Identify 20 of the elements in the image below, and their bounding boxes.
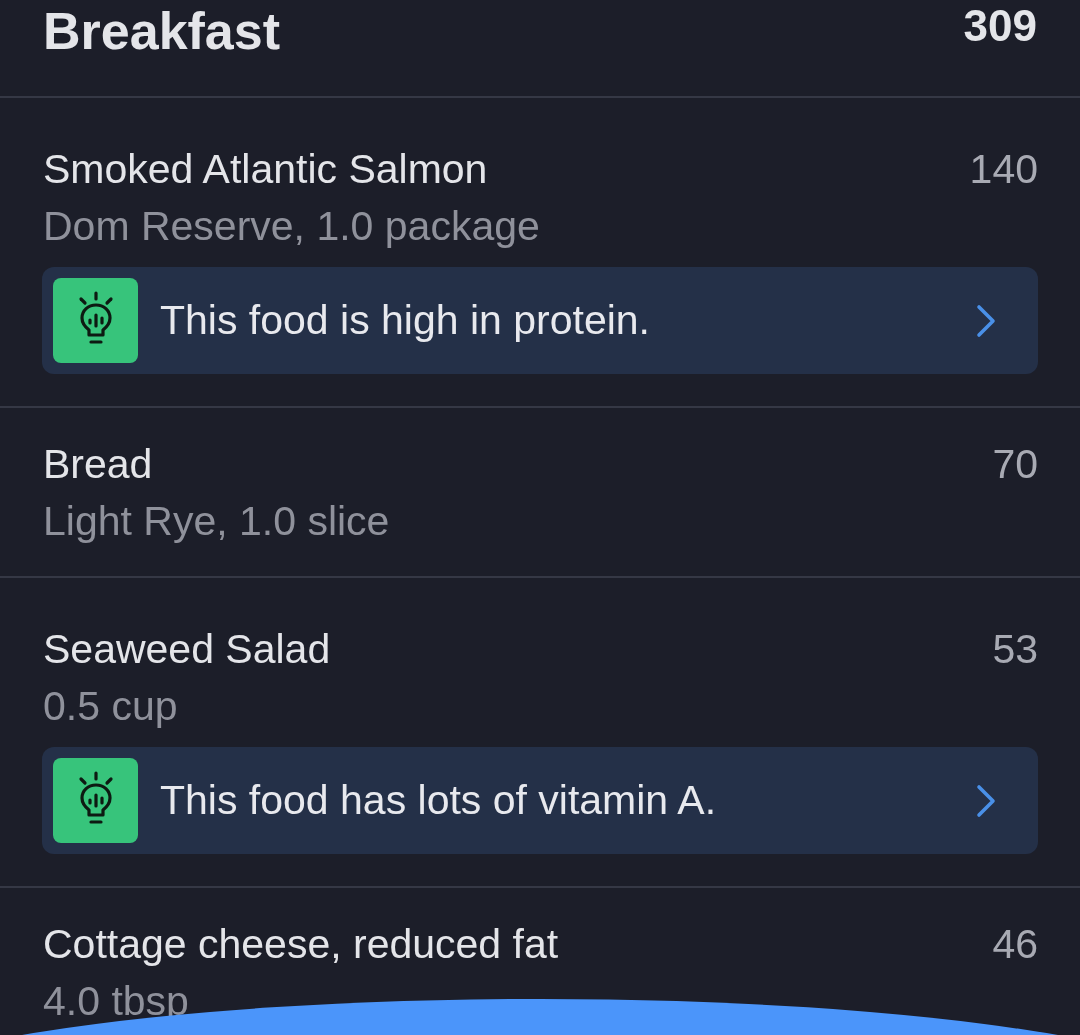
food-calories: 53 [992, 625, 1038, 674]
tip-banner[interactable]: This food has lots of vitamin A. [42, 747, 1038, 854]
chevron-right-icon [976, 303, 996, 338]
meal-title: Breakfast [43, 1, 281, 62]
food-calories: 140 [969, 145, 1038, 194]
food-detail: 4.0 tbsp [42, 977, 189, 1026]
food-name: Bread [42, 440, 153, 489]
tip-banner[interactable]: This food is high in protein. [42, 267, 1038, 374]
food-calories: 70 [992, 440, 1038, 489]
chevron-right-icon [976, 783, 996, 818]
food-calories: 46 [992, 920, 1038, 969]
food-detail: 0.5 cup [42, 682, 178, 731]
food-name: Cottage cheese, reduced fat [42, 920, 559, 969]
food-detail: Dom Reserve, 1.0 package [42, 202, 540, 251]
food-detail: Light Rye, 1.0 slice [42, 497, 390, 546]
lightbulb-icon [53, 278, 138, 363]
food-name: Smoked Atlantic Salmon [42, 145, 488, 194]
calorie-total: 309 [963, 0, 1037, 52]
food-name: Seaweed Salad [42, 625, 331, 674]
lightbulb-icon [53, 758, 138, 843]
